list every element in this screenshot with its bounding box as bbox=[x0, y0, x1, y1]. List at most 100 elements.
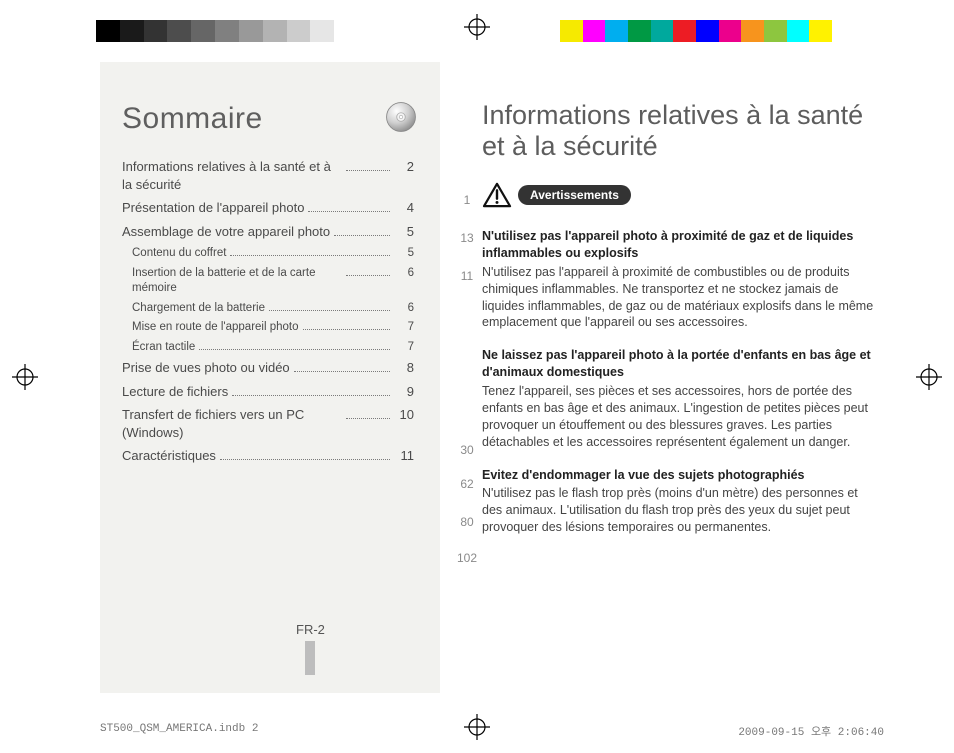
warning-block: Evitez d'endommager la vue des sujets ph… bbox=[482, 467, 878, 537]
toc-subrow: Insertion de la batterie et de la carte … bbox=[132, 266, 414, 297]
swatch bbox=[239, 20, 263, 42]
footer-filename: ST500_QSM_AMERICA.indb 2 bbox=[100, 723, 258, 739]
toc-label: Insertion de la batterie et de la carte … bbox=[132, 266, 342, 297]
toc-label: Prise de vues photo ou vidéo bbox=[122, 359, 290, 377]
swatch bbox=[167, 20, 191, 42]
toc-row: Présentation de l'appareil photo 4 bbox=[122, 199, 414, 217]
toc-label: Présentation de l'appareil photo bbox=[122, 199, 304, 217]
swatch bbox=[334, 20, 358, 42]
side-page-number: 62 bbox=[456, 478, 478, 490]
toc-label: Assemblage de votre appareil photo bbox=[122, 223, 330, 241]
registration-mark-icon bbox=[916, 364, 942, 390]
toc-subrow: Chargement de la batterie 6 bbox=[132, 301, 414, 317]
toc-leader-dots bbox=[346, 275, 390, 276]
toc-page: 2 bbox=[394, 158, 414, 176]
toc-leader-dots bbox=[346, 418, 390, 419]
warning-body: N'utilisez pas l'appareil à proximité de… bbox=[482, 265, 873, 330]
toc-leader-dots bbox=[308, 211, 390, 212]
toc-label: Chargement de la batterie bbox=[132, 301, 265, 317]
side-page-number: 13 bbox=[456, 232, 478, 244]
toc-leader-dots bbox=[346, 170, 390, 171]
toc-leader-dots bbox=[334, 235, 390, 236]
toc-row: Informations relatives à la santé et à l… bbox=[122, 158, 414, 193]
registration-mark-icon bbox=[464, 14, 490, 40]
footer-timestamp: 2009-09-15 오후 2:06:40 bbox=[738, 723, 884, 739]
toc-leader-dots bbox=[232, 395, 390, 396]
toc-row: Lecture de fichiers 9 bbox=[122, 383, 414, 401]
swatch bbox=[287, 20, 311, 42]
toc-label: Écran tactile bbox=[132, 340, 195, 356]
toc-subrow: Contenu du coffret 5 bbox=[132, 246, 414, 262]
toc-leader-dots bbox=[220, 459, 390, 460]
swatch bbox=[215, 20, 239, 42]
greyscale-swatches bbox=[96, 20, 358, 42]
toc-page: 11 bbox=[394, 447, 414, 465]
swatch bbox=[764, 20, 787, 42]
side-page-number: 11 bbox=[456, 270, 478, 282]
swatch bbox=[651, 20, 674, 42]
warning-heading: N'utilisez pas l'appareil photo à proxim… bbox=[482, 228, 878, 262]
warning-heading: Evitez d'endommager la vue des sujets ph… bbox=[482, 467, 878, 484]
toc-row: Prise de vues photo ou vidéo 8 bbox=[122, 359, 414, 377]
toc-label: Transfert de fichiers vers un PC (Window… bbox=[122, 406, 342, 441]
toc-leader-dots bbox=[303, 329, 391, 330]
toc-page: 8 bbox=[394, 359, 414, 377]
toc-row: Transfert de fichiers vers un PC (Window… bbox=[122, 406, 414, 441]
swatch bbox=[96, 20, 120, 42]
toc-label: Lecture de fichiers bbox=[122, 383, 228, 401]
sommaire-panel: Sommaire Informations relatives à la san… bbox=[100, 62, 440, 693]
toc-page: 5 bbox=[394, 246, 414, 262]
registration-mark-icon bbox=[12, 364, 38, 390]
toc-label: Mise en route de l'appareil photo bbox=[132, 320, 299, 336]
swatch bbox=[605, 20, 628, 42]
side-page-number: 102 bbox=[456, 552, 478, 564]
swatch bbox=[628, 20, 651, 42]
toc-page: 10 bbox=[394, 406, 414, 424]
side-page-number: 1 bbox=[456, 194, 478, 206]
warnings-pill: Avertissements bbox=[518, 185, 631, 205]
warning-heading: Ne laissez pas l'appareil photo à la por… bbox=[482, 347, 878, 381]
swatch bbox=[263, 20, 287, 42]
swatch bbox=[144, 20, 168, 42]
toc-subrow: Mise en route de l'appareil photo7 bbox=[132, 320, 414, 336]
swatch bbox=[741, 20, 764, 42]
toc-page: 6 bbox=[394, 301, 414, 317]
swatch bbox=[809, 20, 832, 42]
swatch bbox=[310, 20, 334, 42]
toc-leader-dots bbox=[269, 310, 390, 311]
warning-body: Tenez l'appareil, ses pièces et ses acce… bbox=[482, 384, 868, 449]
swatch bbox=[191, 20, 215, 42]
swatch bbox=[583, 20, 606, 42]
safety-column: Informations relatives à la santé et à l… bbox=[440, 62, 884, 693]
cd-disc-icon bbox=[384, 100, 418, 134]
table-of-contents: Informations relatives à la santé et à l… bbox=[122, 158, 414, 465]
swatch bbox=[673, 20, 696, 42]
safety-title: Informations relatives à la santé et à l… bbox=[482, 100, 878, 162]
warning-blocks: N'utilisez pas l'appareil photo à proxim… bbox=[482, 228, 878, 536]
toc-page: 4 bbox=[394, 199, 414, 217]
toc-page: 6 bbox=[394, 266, 414, 282]
side-page-number: 30 bbox=[456, 444, 478, 456]
page-tab-bar bbox=[305, 641, 315, 675]
toc-leader-dots bbox=[230, 255, 390, 256]
toc-label: Informations relatives à la santé et à l… bbox=[122, 158, 342, 193]
toc-page: 9 bbox=[394, 383, 414, 401]
imposition-footer: ST500_QSM_AMERICA.indb 2 2009-09-15 오후 2… bbox=[100, 723, 884, 739]
toc-label: Caractéristiques bbox=[122, 447, 216, 465]
toc-label: Contenu du coffret bbox=[132, 246, 226, 262]
toc-leader-dots bbox=[294, 371, 390, 372]
warning-triangle-icon bbox=[482, 182, 512, 208]
swatch bbox=[696, 20, 719, 42]
swatch bbox=[560, 20, 583, 42]
swatch bbox=[120, 20, 144, 42]
swatch bbox=[787, 20, 810, 42]
side-page-number: 80 bbox=[456, 516, 478, 528]
toc-row: Assemblage de votre appareil photo5 bbox=[122, 223, 414, 241]
toc-row: Caractéristiques 11 bbox=[122, 447, 414, 465]
warning-block: N'utilisez pas l'appareil photo à proxim… bbox=[482, 228, 878, 331]
toc-subgroup: Contenu du coffret 5 Insertion de la batte… bbox=[122, 246, 414, 355]
page-number-label: FR-2 bbox=[296, 622, 325, 637]
sommaire-title: Sommaire bbox=[122, 102, 414, 136]
color-swatches bbox=[560, 20, 832, 42]
document-page: Sommaire Informations relatives à la san… bbox=[0, 0, 954, 753]
